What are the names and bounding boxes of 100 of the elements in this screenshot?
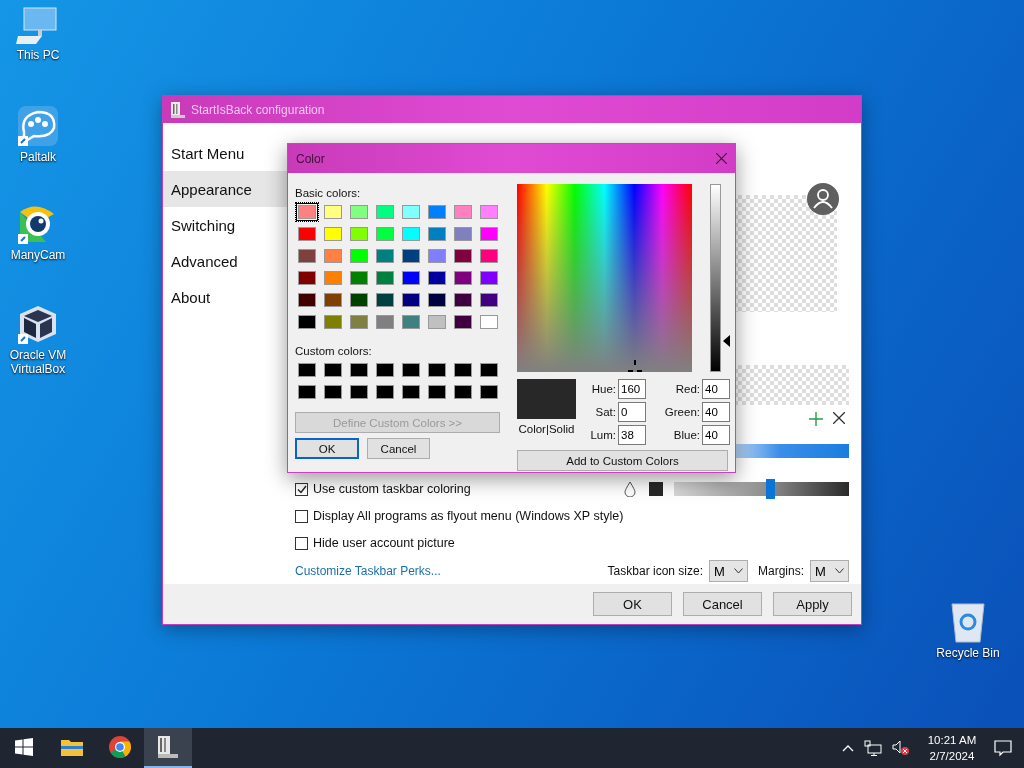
color-cell[interactable] xyxy=(322,247,344,265)
notification-icon[interactable] xyxy=(994,739,1012,757)
browser-icon[interactable] xyxy=(109,736,131,758)
color-slider[interactable] xyxy=(674,482,849,496)
plus-icon[interactable] xyxy=(809,412,823,426)
color-cell[interactable] xyxy=(478,225,500,243)
color-cell[interactable] xyxy=(400,203,422,221)
color-cell[interactable] xyxy=(426,291,448,309)
folder-icon[interactable] xyxy=(61,738,83,756)
color-cell[interactable] xyxy=(400,313,422,331)
color-cell[interactable] xyxy=(348,383,370,401)
chevron-down-icon[interactable] xyxy=(734,568,743,574)
size-dropdown[interactable]: M xyxy=(709,560,748,582)
network-icon[interactable] xyxy=(864,740,882,756)
color-cell[interactable] xyxy=(322,361,344,379)
color-cell[interactable] xyxy=(478,291,500,309)
color-cell[interactable] xyxy=(374,383,396,401)
color-cell[interactable] xyxy=(296,247,318,265)
color-spectrum[interactable] xyxy=(517,184,692,372)
color-cell[interactable] xyxy=(426,269,448,287)
color-cell[interactable] xyxy=(348,291,370,309)
desktop-icon-label[interactable]: Oracle VM VirtualBox xyxy=(0,348,76,376)
value-field[interactable]: 40 xyxy=(702,402,730,422)
color-cell[interactable] xyxy=(374,269,396,287)
color-cell[interactable] xyxy=(374,361,396,379)
color-cell[interactable] xyxy=(400,269,422,287)
color-cell[interactable] xyxy=(400,361,422,379)
color-cell[interactable] xyxy=(374,247,396,265)
color-cell[interactable] xyxy=(478,361,500,379)
value-field[interactable]: 40 xyxy=(702,379,730,399)
value-field[interactable]: 38 xyxy=(618,425,646,445)
checkbox[interactable] xyxy=(295,509,308,523)
color-cell[interactable] xyxy=(426,313,448,331)
color-cell[interactable] xyxy=(322,383,344,401)
color-cell[interactable] xyxy=(478,247,500,265)
color-cell[interactable] xyxy=(452,313,474,331)
color-cell[interactable] xyxy=(400,383,422,401)
color-cell[interactable] xyxy=(478,203,500,221)
value-field[interactable]: 160 xyxy=(618,379,646,399)
sidebar-item[interactable]: Appearance xyxy=(163,171,287,207)
color-cell[interactable] xyxy=(322,225,344,243)
color-cell[interactable] xyxy=(400,291,422,309)
clock-time[interactable]: 10:21 AM xyxy=(927,732,977,748)
app-window-icon[interactable] xyxy=(158,736,178,758)
color-cell[interactable] xyxy=(348,313,370,331)
color-swatch[interactable] xyxy=(649,482,663,496)
sidebar-item[interactable]: Switching xyxy=(163,207,287,243)
color-cell[interactable] xyxy=(322,291,344,309)
size-dropdown[interactable]: M xyxy=(810,560,849,582)
taskbar-button[interactable] xyxy=(144,728,192,768)
color-cell[interactable] xyxy=(426,225,448,243)
color-cell[interactable] xyxy=(426,247,448,265)
color-cell[interactable] xyxy=(426,383,448,401)
windows-logo-icon[interactable] xyxy=(15,738,33,756)
color-cell[interactable] xyxy=(400,225,422,243)
clock-date[interactable]: 2/7/2024 xyxy=(929,748,975,764)
dialog-button[interactable]: Apply xyxy=(773,592,852,616)
color-cell[interactable] xyxy=(426,361,448,379)
color-cell[interactable] xyxy=(452,383,474,401)
sidebar-item[interactable]: Start Menu xyxy=(163,135,287,171)
chevron-down-icon[interactable] xyxy=(835,568,844,574)
color-cell[interactable] xyxy=(478,383,500,401)
color-cell[interactable] xyxy=(452,203,474,221)
dialog-button[interactable]: Cancel xyxy=(683,592,762,616)
sidebar-item[interactable]: Advanced xyxy=(163,243,287,279)
color-cell[interactable] xyxy=(426,203,448,221)
color-cell[interactable] xyxy=(348,269,370,287)
color-cell[interactable] xyxy=(374,225,396,243)
color-cell[interactable] xyxy=(452,361,474,379)
color-cell[interactable] xyxy=(400,247,422,265)
color-cell[interactable] xyxy=(348,203,370,221)
droplet-icon[interactable] xyxy=(624,481,636,497)
color-cell[interactable] xyxy=(348,361,370,379)
color-cell[interactable] xyxy=(374,203,396,221)
luminance-arrow[interactable] xyxy=(723,335,730,348)
color-cell[interactable] xyxy=(348,247,370,265)
checkbox[interactable] xyxy=(295,536,308,550)
color-cell[interactable] xyxy=(478,313,500,331)
sidebar-item[interactable]: About xyxy=(163,279,287,315)
color-cell[interactable] xyxy=(322,313,344,331)
close-icon[interactable] xyxy=(833,412,845,424)
muted-speaker-icon[interactable] xyxy=(892,740,910,756)
dialog-button[interactable]: OK xyxy=(593,592,672,616)
color-cell[interactable] xyxy=(322,269,344,287)
checkbox[interactable] xyxy=(295,482,308,496)
color-cell[interactable] xyxy=(478,269,500,287)
color-cell[interactable] xyxy=(296,291,318,309)
color-cell[interactable] xyxy=(322,203,344,221)
ok-button[interactable]: OK xyxy=(295,438,359,459)
color-cell[interactable] xyxy=(296,269,318,287)
color-cell[interactable] xyxy=(452,225,474,243)
color-cell[interactable] xyxy=(374,291,396,309)
cancel-button[interactable]: Cancel xyxy=(367,438,430,459)
color-cell[interactable] xyxy=(374,313,396,331)
color-cell[interactable] xyxy=(296,383,318,401)
add-to-custom-colors-button[interactable]: Add to Custom Colors xyxy=(517,450,728,471)
color-cell[interactable] xyxy=(452,291,474,309)
color-cell[interactable] xyxy=(296,225,318,243)
color-cell[interactable] xyxy=(348,225,370,243)
perks-link[interactable]: Customize Taskbar Perks... xyxy=(295,564,441,578)
